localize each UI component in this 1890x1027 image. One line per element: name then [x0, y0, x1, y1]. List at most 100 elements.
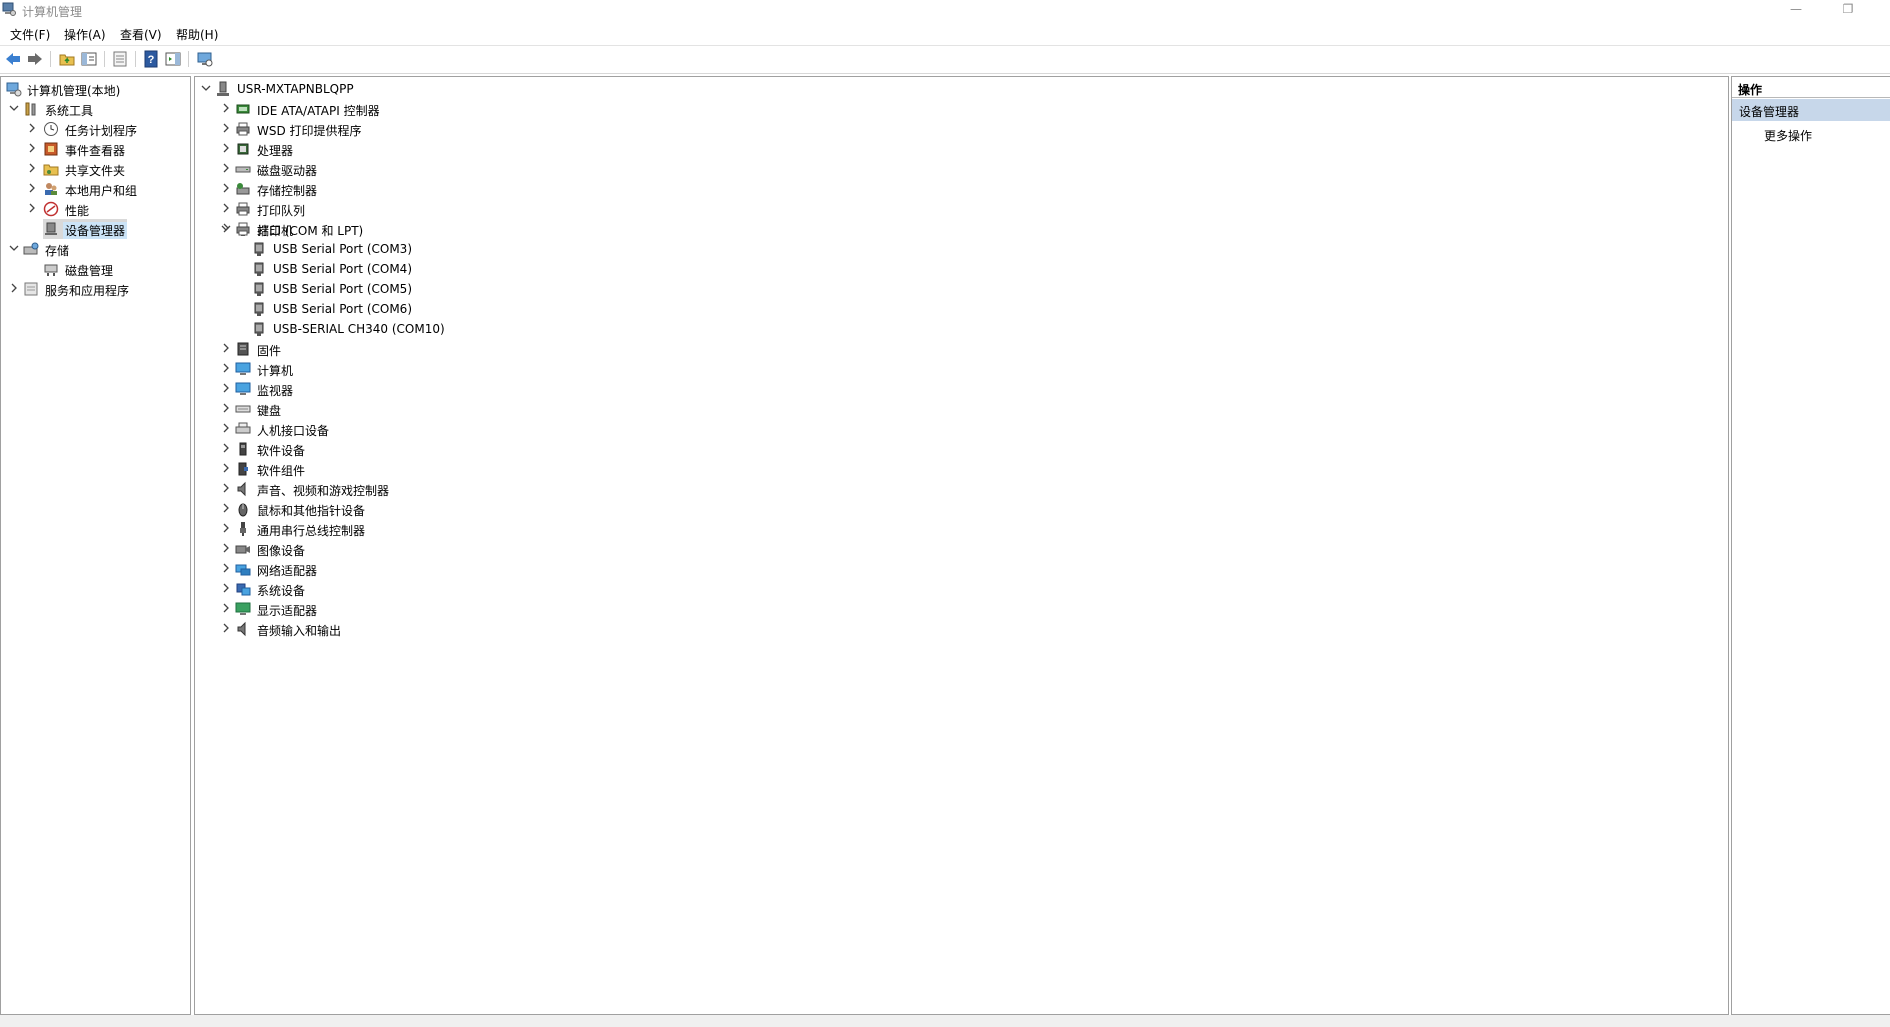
- chevron-right-icon[interactable]: [221, 503, 231, 513]
- device-category[interactable]: 鼠标和其他指针设备: [195, 499, 1728, 519]
- port-device[interactable]: USB-SERIAL CH340 (COM10): [195, 319, 1728, 339]
- port-device[interactable]: USB Serial Port (COM5): [195, 279, 1728, 299]
- tree-item-computer-management[interactable]: 计算机管理(本地): [1, 79, 190, 99]
- chevron-right-icon[interactable]: [221, 603, 231, 613]
- chevron-right-icon[interactable]: [221, 463, 231, 473]
- chevron-right-icon[interactable]: [9, 283, 19, 293]
- chevron-right-icon[interactable]: [221, 103, 231, 113]
- disk-drive-icon: [235, 166, 251, 173]
- tree-item-shared-folders[interactable]: 共享文件夹: [1, 159, 190, 179]
- system-tools-icon: [25, 102, 36, 116]
- show-action-pane-icon[interactable]: [164, 50, 182, 68]
- device-tree-root[interactable]: USR-MXTAPNBLQPP: [195, 79, 1728, 99]
- chevron-right-icon[interactable]: [221, 343, 231, 353]
- chevron-right-icon[interactable]: [27, 203, 37, 213]
- scan-hardware-changes-icon[interactable]: [196, 50, 214, 68]
- device-category[interactable]: 人机接口设备: [195, 419, 1728, 439]
- chevron-down-icon[interactable]: [201, 83, 211, 93]
- chevron-right-icon[interactable]: [221, 443, 231, 453]
- tree-item-storage[interactable]: 存储: [1, 239, 190, 259]
- help-icon[interactable]: ?: [142, 50, 160, 68]
- device-category[interactable]: 处理器: [195, 139, 1728, 159]
- device-category[interactable]: 通用串行总线控制器: [195, 519, 1728, 539]
- device-category[interactable]: WSD 打印提供程序: [195, 119, 1728, 139]
- chevron-right-icon[interactable]: [27, 163, 37, 173]
- console-tree-pane: 计算机管理(本地) 系统工具 任务计划程序 事件查看器 共享文件夹 本地用户和组…: [0, 76, 191, 1015]
- device-category-label: 图像设备: [257, 544, 306, 558]
- device-category[interactable]: 图像设备: [195, 539, 1728, 559]
- restore-button[interactable]: ❐: [1826, 0, 1870, 20]
- back-arrow-icon[interactable]: [4, 50, 22, 68]
- show-hide-console-tree-icon[interactable]: [80, 50, 98, 68]
- menu-action[interactable]: 操作(A): [64, 26, 106, 43]
- chevron-down-icon[interactable]: [9, 103, 19, 113]
- device-category[interactable]: 网络适配器: [195, 559, 1728, 579]
- chevron-right-icon[interactable]: [221, 483, 231, 493]
- chevron-right-icon[interactable]: [221, 423, 231, 433]
- chevron-right-icon[interactable]: [27, 123, 37, 133]
- menu-file[interactable]: 文件(F): [10, 26, 50, 43]
- menu-help[interactable]: 帮助(H): [176, 26, 218, 43]
- computer-icon: [235, 362, 251, 375]
- device-category[interactable]: 打印机: [195, 219, 1728, 239]
- chevron-right-icon[interactable]: [221, 363, 231, 373]
- device-category[interactable]: 音频输入和输出: [195, 619, 1728, 639]
- port-device[interactable]: USB Serial Port (COM4): [195, 259, 1728, 279]
- chevron-right-icon[interactable]: [221, 403, 231, 413]
- device-category[interactable]: 键盘: [195, 399, 1728, 419]
- tree-item-device-manager[interactable]: 设备管理器: [1, 219, 190, 239]
- chevron-right-icon[interactable]: [221, 123, 231, 133]
- minimize-button[interactable]: —: [1774, 0, 1818, 20]
- device-category[interactable]: 监视器: [195, 379, 1728, 399]
- software-component-icon: [238, 462, 248, 476]
- chevron-right-icon[interactable]: [221, 143, 231, 153]
- device-category[interactable]: 软件组件: [195, 459, 1728, 479]
- device-category[interactable]: 系统设备: [195, 579, 1728, 599]
- chevron-right-icon[interactable]: [221, 383, 231, 393]
- device-category[interactable]: 计算机: [195, 359, 1728, 379]
- system-device-icon: [236, 583, 251, 596]
- tree-item-task-scheduler[interactable]: 任务计划程序: [1, 119, 190, 139]
- up-folder-icon[interactable]: [58, 50, 76, 68]
- computer-management-icon: [6, 82, 22, 97]
- forward-arrow-icon[interactable]: [26, 50, 44, 68]
- menu-view[interactable]: 查看(V): [120, 26, 162, 43]
- device-category[interactable]: 固件: [195, 339, 1728, 359]
- port-device[interactable]: USB Serial Port (COM6): [195, 299, 1728, 319]
- chevron-right-icon[interactable]: [221, 543, 231, 553]
- chevron-down-icon[interactable]: [9, 243, 19, 253]
- tree-item-services-applications[interactable]: 服务和应用程序: [1, 279, 190, 299]
- more-actions-link[interactable]: 更多操作: [1764, 127, 1812, 144]
- chevron-right-icon[interactable]: [221, 623, 231, 633]
- tree-item-local-users-groups[interactable]: 本地用户和组: [1, 179, 190, 199]
- actions-pane: 操作 设备管理器 更多操作: [1731, 76, 1890, 1015]
- tree-item-event-viewer[interactable]: 事件查看器: [1, 139, 190, 159]
- device-category[interactable]: 打印队列: [195, 199, 1728, 219]
- tree-item-system-tools[interactable]: 系统工具: [1, 99, 190, 119]
- device-category[interactable]: 声音、视频和游戏控制器: [195, 479, 1728, 499]
- port-device[interactable]: USB Serial Port (COM3): [195, 239, 1728, 259]
- chevron-right-icon[interactable]: [27, 183, 37, 193]
- chevron-right-icon[interactable]: [221, 563, 231, 573]
- device-category[interactable]: 磁盘驱动器: [195, 159, 1728, 179]
- device-category[interactable]: 显示适配器: [195, 599, 1728, 619]
- chevron-right-icon[interactable]: [221, 183, 231, 193]
- chevron-right-icon[interactable]: [221, 583, 231, 593]
- monitor-icon: [235, 382, 251, 395]
- chevron-right-icon[interactable]: [221, 163, 231, 173]
- properties-icon[interactable]: [111, 50, 129, 68]
- chevron-right-icon[interactable]: [221, 223, 231, 233]
- tree-label: 磁盘管理: [65, 264, 114, 278]
- actions-section-device-manager[interactable]: 设备管理器: [1732, 99, 1890, 121]
- device-category[interactable]: IDE ATA/ATAPI 控制器: [195, 99, 1728, 119]
- svg-text:?: ?: [148, 54, 155, 66]
- chevron-right-icon[interactable]: [221, 523, 231, 533]
- device-category-label: IDE ATA/ATAPI 控制器: [257, 104, 380, 118]
- device-category[interactable]: 存储控制器: [195, 179, 1728, 199]
- chevron-right-icon[interactable]: [27, 143, 37, 153]
- network-adapter-icon: [235, 564, 251, 576]
- tree-item-performance[interactable]: 性能: [1, 199, 190, 219]
- chevron-right-icon[interactable]: [221, 203, 231, 213]
- device-category[interactable]: 软件设备: [195, 439, 1728, 459]
- tree-item-disk-management[interactable]: 磁盘管理: [1, 259, 190, 279]
